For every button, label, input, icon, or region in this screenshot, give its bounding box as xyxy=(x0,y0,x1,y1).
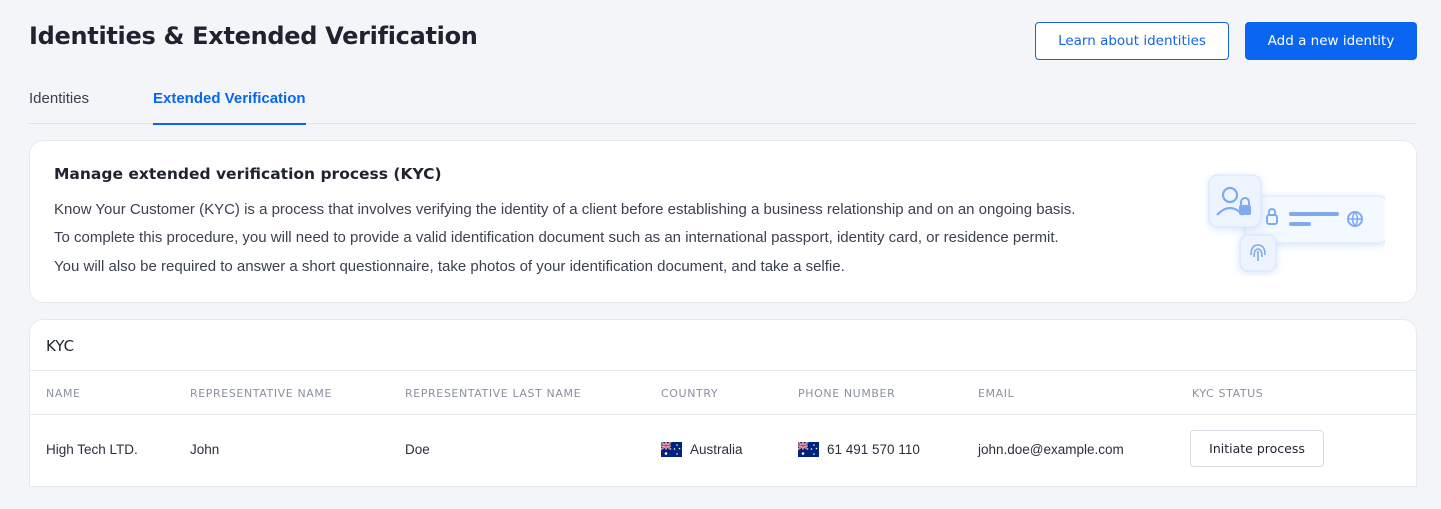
tab-extended-verification[interactable]: Extended Verification xyxy=(153,90,306,125)
learn-about-identities-button[interactable]: Learn about identities xyxy=(1035,22,1229,60)
cell-representative-name: John xyxy=(190,442,219,457)
kyc-info-card: Manage extended verification process (KY… xyxy=(29,140,1417,303)
cell-name: High Tech LTD. xyxy=(46,442,138,457)
cell-phone-number: 61 491 570 110 xyxy=(798,442,920,457)
column-header-country: COUNTRY xyxy=(661,387,719,400)
column-header-email: EMAIL xyxy=(978,387,1015,400)
cell-country-text: Australia xyxy=(690,442,743,457)
cell-rep-name-text: John xyxy=(190,442,220,457)
cell-email: john.doe@example.com xyxy=(978,442,1124,457)
info-line-2: To complete this procedure, you will nee… xyxy=(54,229,1059,246)
cell-rep-last-name-text: Doe xyxy=(405,442,430,457)
cell-country: Australia xyxy=(661,442,743,457)
cell-name-text: High Tech LTD. xyxy=(46,442,138,457)
page-title: Identities & Extended Verification xyxy=(29,22,478,50)
info-line-3: You will also be required to answer a sh… xyxy=(54,258,845,275)
add-new-identity-button[interactable]: Add a new identity xyxy=(1245,22,1417,60)
identity-verification-illustration-icon xyxy=(1208,174,1385,272)
column-header-representative-last-name: REPRESENTATIVE LAST NAME xyxy=(405,387,582,400)
tab-bar: Identities Extended Verification xyxy=(29,80,1417,125)
info-title: Manage extended verification process (KY… xyxy=(54,165,442,183)
column-header-kyc-status: KYC STATUS xyxy=(1192,387,1264,400)
cell-phone-text: 61 491 570 110 xyxy=(827,442,920,457)
cell-email-text: john.doe@example.com xyxy=(978,442,1124,457)
table-header: NAME REPRESENTATIVE NAME REPRESENTATIVE … xyxy=(30,370,1416,415)
info-line-1: Know Your Customer (KYC) is a process th… xyxy=(54,201,1076,218)
initiate-process-button[interactable]: Initiate process xyxy=(1190,430,1324,467)
australia-flag-icon xyxy=(661,442,682,457)
cell-representative-last-name: Doe xyxy=(405,442,430,457)
australia-flag-icon xyxy=(798,442,819,457)
column-header-phone-number: PHONE NUMBER xyxy=(798,387,896,400)
column-header-representative-name: REPRESENTATIVE NAME xyxy=(190,387,333,400)
tab-identities[interactable]: Identities xyxy=(29,90,89,124)
column-header-name: NAME xyxy=(46,387,81,400)
table-title: KYC xyxy=(46,337,75,355)
kyc-table-card: KYC NAME REPRESENTATIVE NAME REPRESENTAT… xyxy=(29,319,1417,487)
table-row: High Tech LTD. John Doe Australia 61 491… xyxy=(30,416,1416,486)
